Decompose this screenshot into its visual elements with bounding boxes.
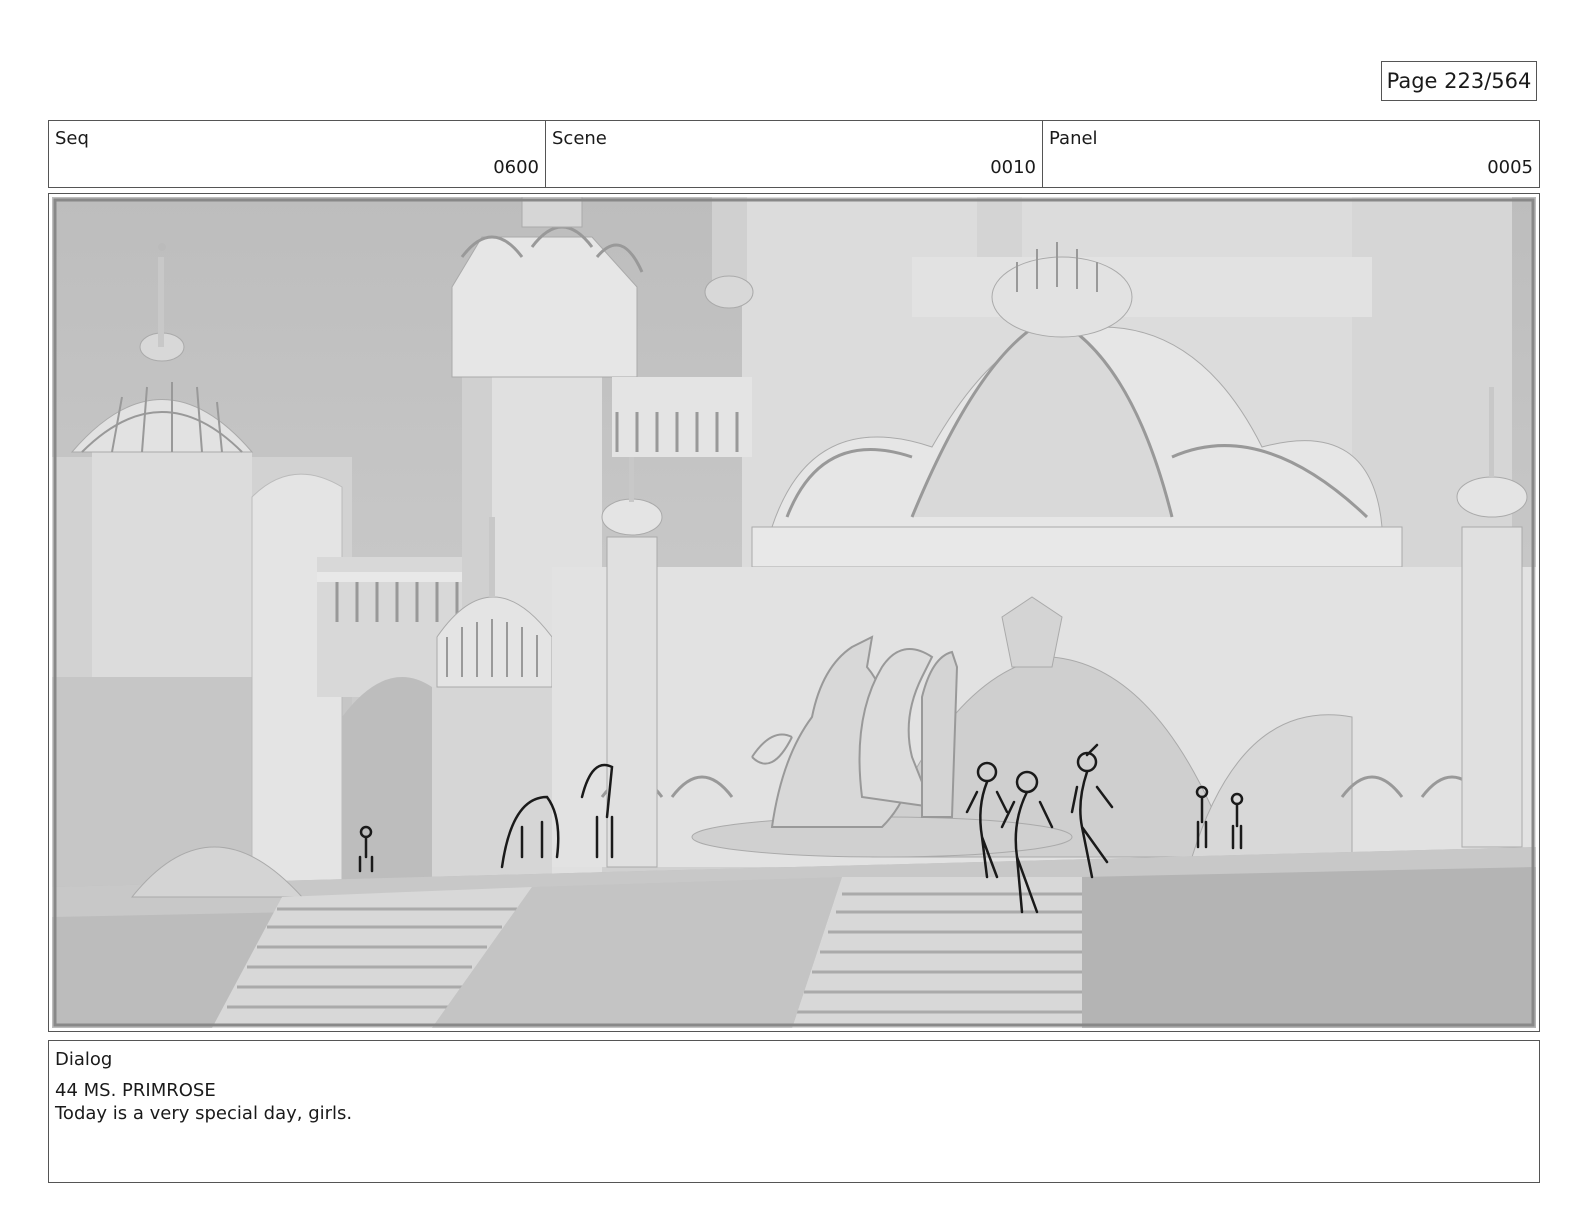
dialog-line: Today is a very special day, girls.: [55, 1103, 353, 1124]
scene-label: Scene: [552, 128, 607, 149]
lower-arcade: [552, 567, 1536, 867]
seq-cell: Seq 0600: [49, 121, 546, 187]
panel-cell: Panel 0005: [1043, 121, 1539, 187]
dialog-box: Dialog 44 MS. PRIMROSE Today is a very s…: [48, 1040, 1540, 1183]
scene-value: 0010: [990, 157, 1036, 178]
scene-cell: Scene 0010: [546, 121, 1043, 187]
dialog-label: Dialog: [55, 1049, 113, 1070]
dialog-speaker: 44 MS. PRIMROSE: [55, 1080, 216, 1101]
panel-illustration: [52, 197, 1536, 1028]
plaza: [52, 846, 1536, 1028]
page-number: Page 223/564: [1381, 61, 1537, 101]
storyboard-header: Seq 0600 Scene 0010 Panel 0005: [48, 120, 1540, 188]
panel-value: 0005: [1487, 157, 1533, 178]
mid-pillar-tower: [601, 457, 663, 868]
panel-label: Panel: [1049, 128, 1098, 149]
seq-label: Seq: [55, 128, 89, 149]
seq-value: 0600: [493, 157, 539, 178]
